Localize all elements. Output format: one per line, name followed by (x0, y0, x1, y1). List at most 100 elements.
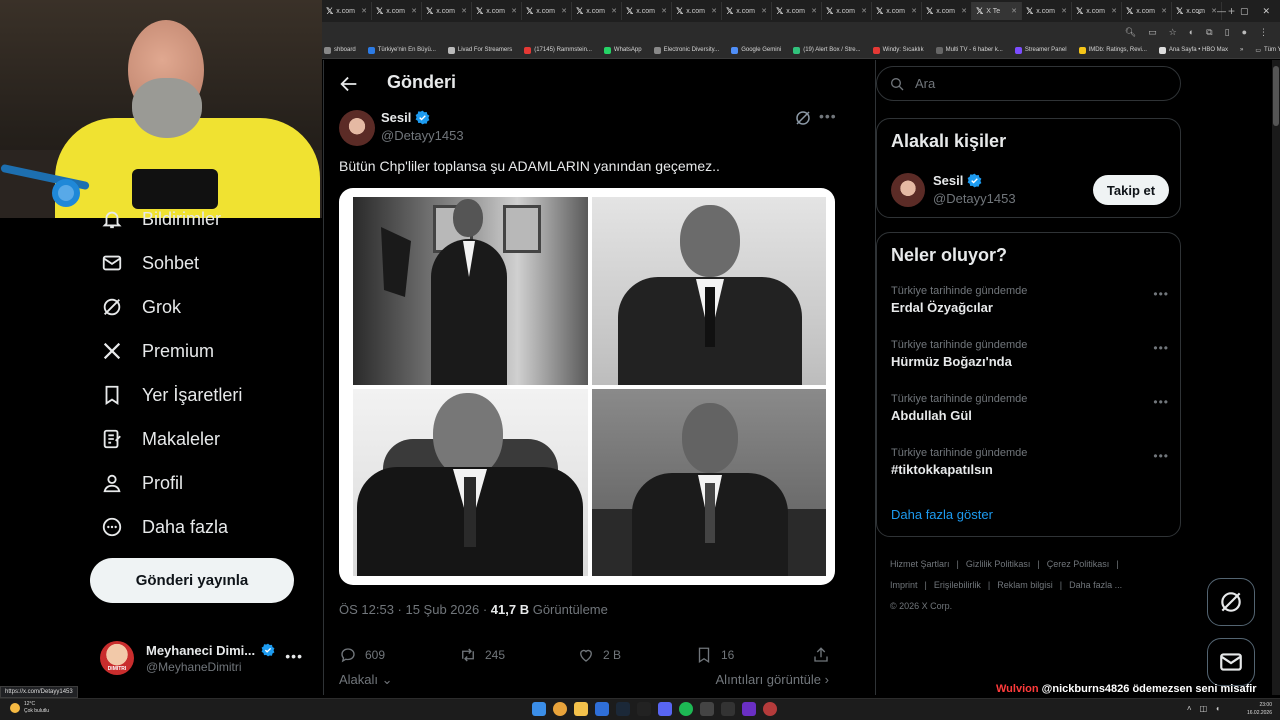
close-tab-icon[interactable]: ✕ (611, 7, 617, 15)
bookmark-item[interactable]: WhatsApp (603, 46, 642, 54)
author-avatar[interactable] (339, 110, 375, 146)
footer-link[interactable]: Gizlilik Politikası (966, 559, 1031, 569)
nav-item[interactable]: Sohbet (100, 248, 199, 278)
cast-icon[interactable]: ▭ (1148, 27, 1157, 38)
footer-link[interactable]: Çerez Politikası (1047, 559, 1110, 569)
browser-tab[interactable]: 𝕏x.com ✕ (1022, 2, 1072, 20)
browser-tab[interactable]: 𝕏X Te ✕ (972, 2, 1022, 20)
search-input[interactable] (915, 76, 1155, 91)
browser-tab[interactable]: 𝕏x.com ✕ (372, 2, 422, 20)
view-quotes-link[interactable]: Alıntıları görüntüle › (716, 672, 829, 687)
bookmark-item[interactable]: IMDb: Ratings, Revi... (1078, 46, 1147, 54)
file-explorer-icon[interactable] (574, 702, 588, 716)
bookmark-item[interactable]: Electronic Diversity... (653, 46, 719, 54)
close-tab-icon[interactable]: ✕ (411, 7, 417, 15)
show-more-link[interactable]: Daha fazla göster (891, 507, 993, 522)
trend-item[interactable]: Türkiye tarihinde gündemde #tiktokkapatıl… (891, 447, 1169, 487)
account-switcher[interactable]: DIMITRI Meyhaneci Dimi... @MeyhaneDimitr… (100, 638, 315, 678)
network-icon[interactable]: ◫ (1200, 704, 1208, 713)
all-bookmarks-button[interactable]: ▭Tüm Yer İşaretleri (1255, 47, 1280, 54)
close-tab-icon[interactable]: ✕ (1011, 7, 1017, 15)
browser-tab[interactable]: 𝕏x.com ✕ (1072, 2, 1122, 20)
browser-tab[interactable]: 𝕏x.com ✕ (522, 2, 572, 20)
bookmark-item[interactable]: Google Gemini (731, 46, 781, 54)
bookmark-item[interactable]: Türkiye'nin En Büyü... (367, 46, 436, 54)
browser-tab[interactable]: 𝕏x.com ✕ (1122, 2, 1172, 20)
browser-tab[interactable]: 𝕏x.com ✕ (422, 2, 472, 20)
related-person-name[interactable]: Sesil (933, 173, 963, 188)
bookmark-button[interactable]: 16 (695, 646, 734, 664)
browser-tab[interactable]: 𝕏x.com ✕ (322, 2, 372, 20)
bookmarks-overflow-button[interactable]: » (1240, 47, 1243, 53)
share-button[interactable] (812, 646, 830, 664)
browser-tab[interactable]: 𝕏x.com ✕ (922, 2, 972, 20)
close-tab-icon[interactable]: ✕ (461, 7, 467, 15)
nav-item[interactable]: Bildirimler (100, 204, 221, 234)
close-tab-icon[interactable]: ✕ (861, 7, 867, 15)
epic-icon[interactable] (637, 702, 651, 716)
browser-tab[interactable]: 𝕏x.com ✕ (822, 2, 872, 20)
like-button[interactable]: 2 B (577, 646, 621, 664)
search-box[interactable] (876, 66, 1181, 101)
close-tab-icon[interactable]: ✕ (911, 7, 917, 15)
related-person-avatar[interactable] (891, 173, 925, 207)
footer-link[interactable]: Daha fazla ... (1069, 580, 1122, 590)
bookmark-item[interactable]: Ana Sayfa • HBO Max (1158, 46, 1228, 54)
footer-link[interactable]: Hizmet Şartları (890, 559, 950, 569)
nav-item[interactable]: Premium (100, 336, 214, 366)
minimize-icon[interactable]: — (1217, 6, 1226, 16)
close-tab-icon[interactable]: ✕ (511, 7, 517, 15)
author-name[interactable]: Sesil (381, 110, 411, 125)
nav-item[interactable]: Daha fazla (100, 512, 228, 542)
grok-fab[interactable] (1207, 578, 1255, 626)
extensions-icon[interactable]: ⧉ (1206, 27, 1212, 38)
repost-button[interactable]: 245 (459, 646, 505, 664)
close-window-icon[interactable]: ✕ (1262, 6, 1270, 17)
nav-item[interactable]: Grok (100, 292, 181, 322)
close-tab-icon[interactable]: ✕ (1111, 7, 1117, 15)
footer-link[interactable]: Imprint (890, 580, 918, 590)
post-photo-3[interactable] (353, 389, 588, 576)
bookmark-item[interactable]: shboard (324, 46, 356, 54)
close-tab-icon[interactable]: ✕ (711, 7, 717, 15)
edge-icon[interactable] (595, 702, 609, 716)
weather-widget[interactable]: 12°C Çok bulutlu (10, 701, 49, 715)
app-icon[interactable] (763, 702, 777, 716)
maximize-icon[interactable]: ▢ (1240, 6, 1249, 17)
account-more-icon[interactable]: ••• (285, 648, 303, 664)
browser-tab[interactable]: 𝕏x.com ✕ (622, 2, 672, 20)
nav-item[interactable]: Profil (100, 468, 183, 498)
reply-button[interactable]: 609 (339, 646, 385, 664)
profile-icon[interactable]: ● (1242, 27, 1247, 37)
post-photo-4[interactable] (592, 389, 826, 576)
related-dropdown[interactable]: Alakalı ⌄ (339, 672, 393, 687)
related-person[interactable]: Sesil @Detayy1453 Takip et (891, 171, 1169, 211)
trend-item[interactable]: Türkiye tarihinde gündemde Hürmüz Boğazı'… (891, 339, 1169, 379)
follow-button[interactable]: Takip et (1093, 175, 1169, 205)
close-tab-icon[interactable]: ✕ (661, 7, 667, 15)
close-tab-icon[interactable]: ✕ (811, 7, 817, 15)
volume-icon[interactable]: ◖ (1215, 704, 1220, 713)
browser-tab[interactable]: 𝕏x.com ✕ (772, 2, 822, 20)
post-timestamp[interactable]: ÖS 12:53 · 15 Şub 2026 · (339, 602, 491, 617)
chevron-up-icon[interactable]: ˄ (1187, 704, 1192, 713)
zoom-icon[interactable]: 🔍︎ (1125, 27, 1136, 38)
close-tab-icon[interactable]: ✕ (361, 7, 367, 15)
scrollbar-thumb[interactable] (1273, 66, 1279, 126)
page-scrollbar[interactable] (1272, 60, 1280, 695)
nav-item[interactable]: Makaleler (100, 424, 220, 454)
browser-tab[interactable]: 𝕏x.com ✕ (572, 2, 622, 20)
chrome-icon[interactable] (553, 702, 567, 716)
app-icon[interactable] (721, 702, 735, 716)
footer-link[interactable]: Reklam bilgisi (997, 580, 1053, 590)
post-photo-1[interactable] (353, 197, 588, 385)
close-tab-icon[interactable]: ✕ (561, 7, 567, 15)
bookmark-item[interactable]: Multi TV - 6 haber k... (935, 46, 1003, 54)
sidepanel-icon[interactable]: ▯ (1225, 27, 1230, 38)
trend-item[interactable]: Türkiye tarihinde gündemde Erdal Özyağcıl… (891, 285, 1169, 325)
browser-tab[interactable]: 𝕏x.com ✕ (872, 2, 922, 20)
messages-fab[interactable] (1207, 638, 1255, 686)
browser-tab[interactable]: 𝕏x.com ✕ (472, 2, 522, 20)
close-tab-icon[interactable]: ✕ (761, 7, 767, 15)
trend-more-icon[interactable]: ••• (1153, 449, 1169, 463)
